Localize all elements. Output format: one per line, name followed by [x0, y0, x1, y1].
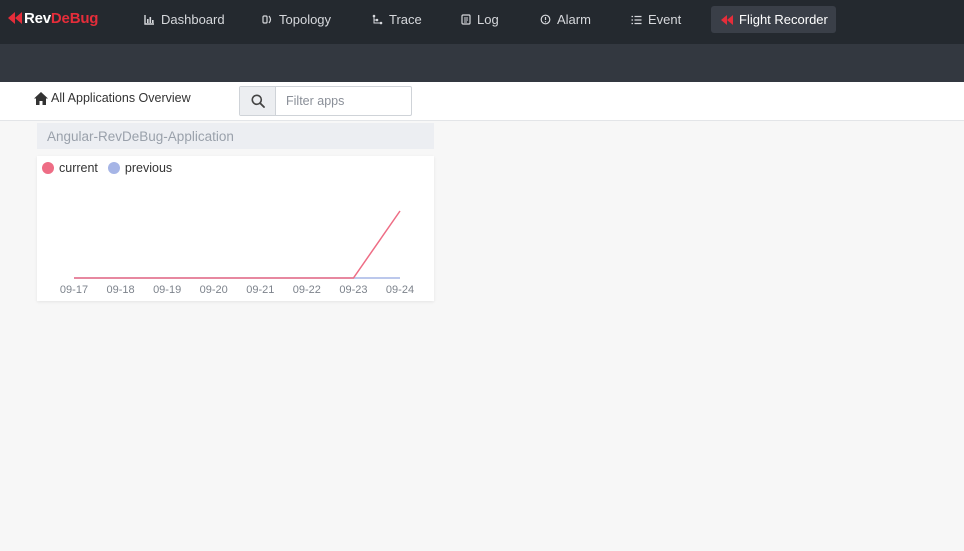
nav-alarm-label: Alarm — [557, 12, 591, 27]
x-tick-label: 09-24 — [386, 284, 414, 296]
legend-dot-current — [42, 162, 54, 174]
breadcrumb[interactable]: All Applications Overview — [34, 91, 191, 105]
app-name: Angular-RevDeBug-Application — [47, 128, 234, 144]
x-tick-label: 09-23 — [339, 284, 367, 296]
app-name-header[interactable]: Angular-RevDeBug-Application — [37, 123, 434, 149]
nav-dashboard-label: Dashboard — [161, 12, 225, 27]
search-input[interactable] — [276, 87, 411, 115]
nav-topology[interactable]: Topology — [252, 6, 341, 33]
logo-text-debug: DeBug — [50, 9, 99, 27]
search-icon — [251, 94, 265, 108]
logo-arrows-icon — [8, 12, 22, 24]
nav-log-label: Log — [477, 12, 499, 27]
logo-text-rev: Rev — [24, 9, 51, 27]
chart-legend: current previous — [42, 161, 182, 175]
legend-item-previous[interactable]: previous — [107, 161, 173, 175]
trace-icon — [372, 14, 383, 25]
nav-dashboard[interactable]: Dashboard — [134, 6, 235, 33]
legend-item-current[interactable]: current — [42, 161, 98, 175]
nav-topology-label: Topology — [279, 12, 332, 27]
series-line-current — [74, 210, 401, 279]
secondary-header-bar — [0, 44, 964, 82]
x-tick-label: 09-17 — [60, 284, 88, 296]
revdebug-logo[interactable]: Rev DeBug — [8, 8, 98, 28]
x-tick-label: 09-19 — [153, 284, 181, 296]
app-chart: 09-17 09-18 09-19 09-20 09-21 09-22 09-23 09-24… — [37, 156, 434, 301]
flight-recorder-icon — [721, 14, 733, 25]
legend-label-previous: previous — [124, 161, 173, 175]
legend-label-current: current — [59, 161, 98, 175]
line-chart: 09-17 09-18 09-19 09-20 09-21 09-22 09-23 09-24 — [60, 210, 414, 296]
app-card: Angular-RevDeBug-Application 09-17 09-18 0… — [37, 123, 434, 301]
nav-alarm[interactable]: Alarm — [530, 6, 601, 33]
nav-event-label: Event — [648, 12, 682, 27]
x-tick-label: 09-22 — [293, 284, 321, 296]
filter-toolbar: All Applications Overview — [0, 82, 964, 121]
bar-chart-icon — [144, 15, 154, 25]
alarm-icon — [540, 14, 551, 25]
nav-log[interactable]: Log — [451, 6, 509, 33]
nav-trace[interactable]: Trace — [362, 6, 432, 33]
x-tick-label: 09-20 — [200, 284, 228, 296]
top-nav-bar: Rev DeBug Dashboard Topology Trace Log A… — [0, 0, 964, 44]
search-button[interactable] — [240, 87, 276, 115]
home-icon — [34, 91, 48, 105]
nav-event[interactable]: Event — [621, 6, 691, 33]
nav-trace-label: Trace — [389, 12, 422, 27]
x-tick-label: 09-18 — [107, 284, 135, 296]
log-icon — [461, 14, 471, 25]
nav-flight-recorder[interactable]: Flight Recorder — [711, 6, 836, 33]
list-icon — [631, 15, 642, 24]
breadcrumb-label: All Applications Overview — [51, 91, 191, 105]
nav-flight-recorder-label: Flight Recorder — [739, 12, 828, 27]
legend-dot-previous — [107, 162, 120, 174]
app-search — [239, 86, 412, 116]
x-tick-label: 09-21 — [246, 284, 274, 296]
topology-icon — [262, 15, 272, 24]
